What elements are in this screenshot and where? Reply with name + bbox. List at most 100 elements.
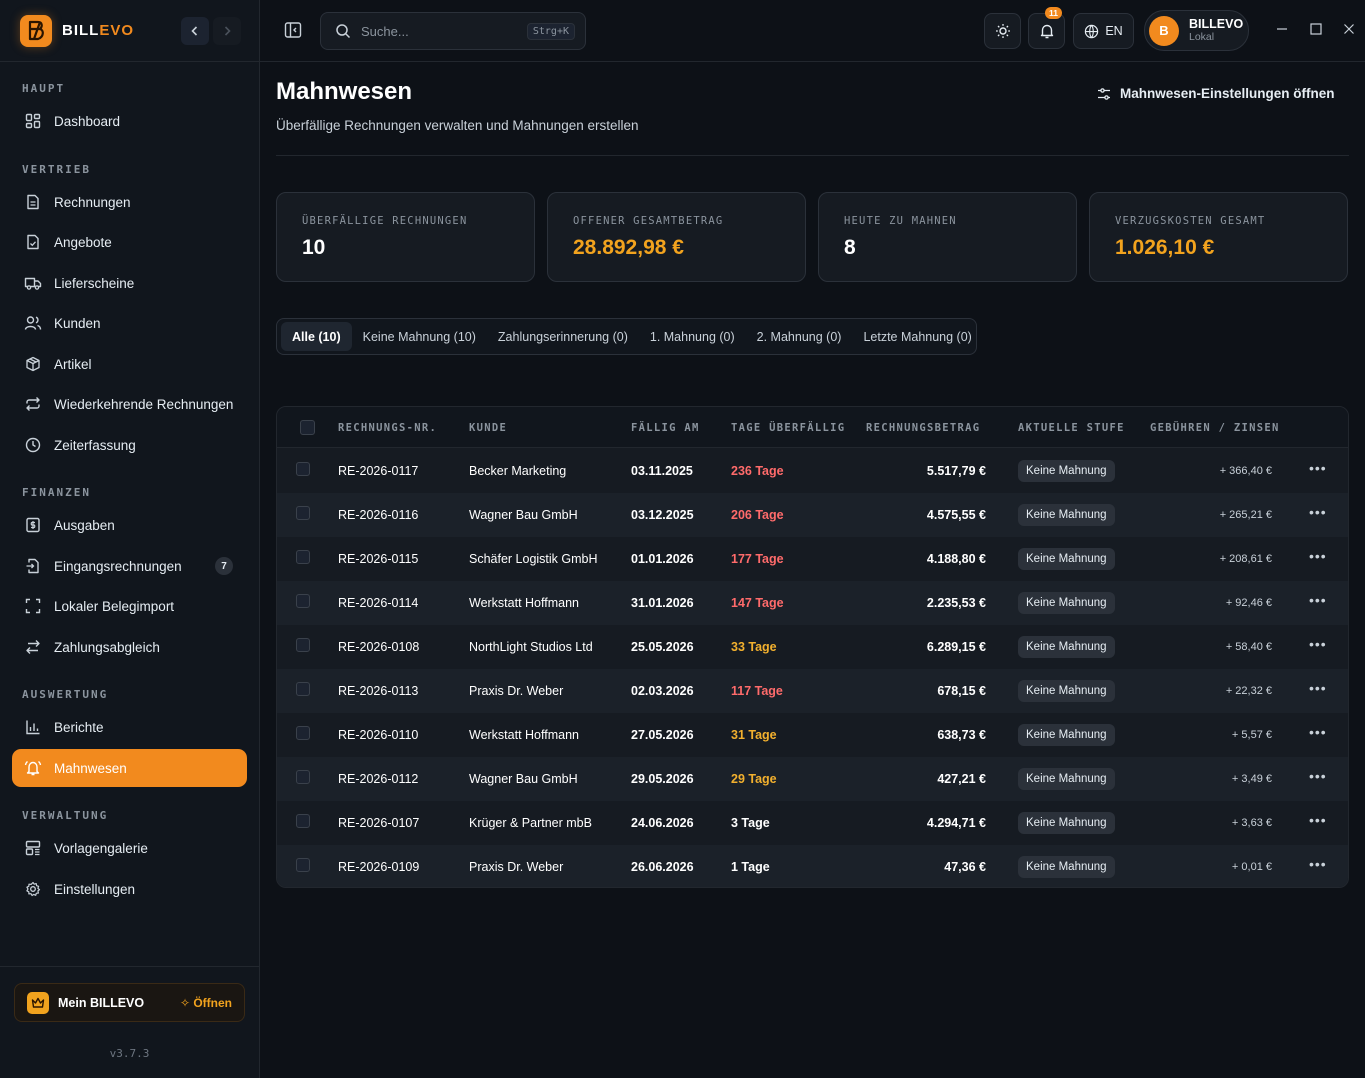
table-row[interactable]: RE-2026-0112 Wagner Bau GmbH 29.05.2026 29 … (277, 757, 1348, 801)
sidebar-item-dashboard[interactable]: Dashboard (12, 102, 247, 140)
user-menu[interactable]: B BILLEVO Lokal (1144, 10, 1249, 51)
table-row[interactable]: RE-2026-0107 Krüger & Partner mbB 24.06.20… (277, 801, 1348, 845)
more-actions-icon[interactable]: ••• (1309, 504, 1327, 520)
sidebar-item-ausgaben[interactable]: Ausgaben (12, 506, 247, 544)
sidebar-item-mahnwesen[interactable]: Mahnwesen (12, 749, 247, 787)
sidebar-item-rechnungen[interactable]: Rechnungen (12, 183, 247, 221)
row-checkbox[interactable] (296, 726, 310, 740)
row-checkbox[interactable] (296, 858, 310, 872)
sidebar-item-vorlagengalerie[interactable]: Vorlagengalerie (12, 829, 247, 867)
row-checkbox[interactable] (296, 638, 310, 652)
stage-badge: Keine Mahnung (1018, 548, 1115, 570)
invoice-number[interactable]: RE-2026-0113 (338, 684, 418, 698)
col-header-kunde[interactable]: KUNDE (469, 422, 507, 434)
tab-alle[interactable]: Alle (10) (281, 322, 352, 351)
invoice-number[interactable]: RE-2026-0115 (338, 552, 418, 566)
more-actions-icon[interactable]: ••• (1309, 460, 1327, 476)
arrows-exchange-icon (24, 638, 42, 656)
tab-zahlungserinnerung[interactable]: Zahlungserinnerung (0) (487, 322, 639, 351)
invoice-number[interactable]: RE-2026-0108 (338, 640, 419, 654)
sidebar-item-angebote[interactable]: Angebote (12, 223, 247, 261)
sidebar-item-kunden[interactable]: Kunden (12, 304, 247, 342)
invoice-amount: 427,21 € (937, 772, 986, 786)
fees-interest: + 92,46 € (1225, 597, 1272, 609)
tab-letzte-mahnung[interactable]: Letzte Mahnung (0) (852, 322, 982, 351)
language-button[interactable]: EN (1073, 13, 1134, 49)
section-auswertung: AUSWERTUNG (22, 688, 109, 701)
more-actions-icon[interactable]: ••• (1309, 812, 1327, 828)
more-actions-icon[interactable]: ••• (1309, 592, 1327, 608)
invoice-number[interactable]: RE-2026-0112 (338, 772, 418, 786)
row-checkbox[interactable] (296, 770, 310, 784)
sidebar-item-artikel[interactable]: Artikel (12, 345, 247, 383)
table-row[interactable]: RE-2026-0115 Schäfer Logistik GmbH 01.01.2… (277, 537, 1348, 581)
sidebar-item-eingangsrechnungen[interactable]: Eingangsrechnungen 7 (12, 547, 247, 585)
mein-billevo-card[interactable]: Mein BILLEVO ✧ Öffnen (14, 983, 245, 1022)
notifications-button[interactable]: 11 (1028, 7, 1065, 49)
select-all-checkbox[interactable] (300, 420, 315, 435)
theme-toggle-button[interactable] (984, 13, 1021, 49)
search-input[interactable]: Suche... (361, 24, 527, 39)
row-checkbox[interactable] (296, 550, 310, 564)
billevo-logo[interactable] (20, 15, 52, 47)
invoice-number[interactable]: RE-2026-0116 (338, 508, 418, 522)
more-actions-icon[interactable]: ••• (1309, 636, 1327, 652)
back-button[interactable] (181, 17, 209, 45)
table-row[interactable]: RE-2026-0108 NorthLight Studios Ltd 25.05.… (277, 625, 1348, 669)
invoice-number[interactable]: RE-2026-0110 (338, 728, 418, 742)
table-row[interactable]: RE-2026-0109 Praxis Dr. Weber 26.06.2026 1 … (277, 845, 1348, 887)
table-row[interactable]: RE-2026-0116 Wagner Bau GmbH 03.12.2025 206… (277, 493, 1348, 537)
row-checkbox[interactable] (296, 814, 310, 828)
invoice-number[interactable]: RE-2026-0107 (338, 816, 419, 830)
table-row[interactable]: RE-2026-0117 Becker Marketing 03.11.2025 23… (277, 449, 1348, 493)
invoice-number[interactable]: RE-2026-0117 (338, 464, 418, 478)
more-actions-icon[interactable]: ••• (1309, 768, 1327, 784)
more-actions-icon[interactable]: ••• (1309, 680, 1327, 696)
sidebar-item-wiederkehrend[interactable]: Wiederkehrende Rechnungen (12, 385, 247, 423)
sidebar-item-zahlungsabgleich[interactable]: Zahlungsabgleich (12, 628, 247, 666)
sidebar-item-label: Dashboard (54, 113, 121, 129)
mein-billevo-open-button[interactable]: ✧ Öffnen (180, 996, 232, 1010)
search-box[interactable]: Suche... Strg+K (320, 12, 586, 50)
col-header-betrag[interactable]: RECHNUNGSBETRAG (866, 422, 980, 434)
sidebar-item-zeiterfassung[interactable]: Zeiterfassung (12, 426, 247, 464)
table-row[interactable]: RE-2026-0110 Werkstatt Hoffmann 27.05.2026… (277, 713, 1348, 757)
table-row[interactable]: RE-2026-0113 Praxis Dr. Weber 02.03.2026 11… (277, 669, 1348, 713)
more-actions-icon[interactable]: ••• (1309, 724, 1327, 740)
minimize-icon[interactable] (1276, 22, 1288, 38)
sidebar-toggle-icon[interactable] (284, 21, 302, 42)
stat-card-due-today: HEUTE ZU MAHNEN 8 (818, 192, 1077, 282)
forward-button[interactable] (213, 17, 241, 45)
stat-label: OFFENER GESAMTBETRAG (573, 215, 724, 227)
more-actions-icon[interactable]: ••• (1309, 548, 1327, 564)
col-header-tage[interactable]: TAGE ÜBERFÄLLIG (731, 422, 845, 434)
sidebar-item-einstellungen[interactable]: Einstellungen (12, 870, 247, 908)
tab-1-mahnung[interactable]: 1. Mahnung (0) (639, 322, 746, 351)
maximize-icon[interactable] (1310, 22, 1322, 38)
row-checkbox[interactable] (296, 594, 310, 608)
sidebar-item-label: Mahnwesen (54, 760, 127, 776)
col-header-gebuehren[interactable]: GEBÜHREN / ZINSEN (1150, 422, 1280, 434)
invoice-number[interactable]: RE-2026-0114 (338, 596, 418, 610)
stage-badge: Keine Mahnung (1018, 724, 1115, 746)
mahnwesen-settings-link[interactable]: Mahnwesen-Einstellungen öffnen (1097, 86, 1335, 101)
col-header-nr[interactable]: RECHNUNGS-NR. (338, 422, 437, 434)
tab-keine-mahnung[interactable]: Keine Mahnung (10) (352, 322, 487, 351)
more-actions-icon[interactable]: ••• (1309, 856, 1327, 872)
col-header-faellig[interactable]: FÄLLIG AM (631, 422, 700, 434)
table-row[interactable]: RE-2026-0114 Werkstatt Hoffmann 31.01.2026… (277, 581, 1348, 625)
close-icon[interactable] (1343, 22, 1355, 38)
sidebar-item-lieferscheine[interactable]: Lieferscheine (12, 264, 247, 302)
invoice-number[interactable]: RE-2026-0109 (338, 860, 419, 874)
repeat-icon (24, 395, 42, 413)
row-checkbox[interactable] (296, 682, 310, 696)
col-header-stufe[interactable]: AKTUELLE STUFE (1018, 422, 1125, 434)
tab-2-mahnung[interactable]: 2. Mahnung (0) (746, 322, 853, 351)
row-checkbox[interactable] (296, 462, 310, 476)
sidebar-item-belegimport[interactable]: Lokaler Belegimport (12, 587, 247, 625)
stage-badge: Keine Mahnung (1018, 680, 1115, 702)
sidebar-item-berichte[interactable]: Berichte (12, 708, 247, 746)
chevron-right-icon (224, 26, 231, 36)
page-subtitle: Überfällige Rechnungen verwalten und Mah… (276, 118, 639, 133)
row-checkbox[interactable] (296, 506, 310, 520)
